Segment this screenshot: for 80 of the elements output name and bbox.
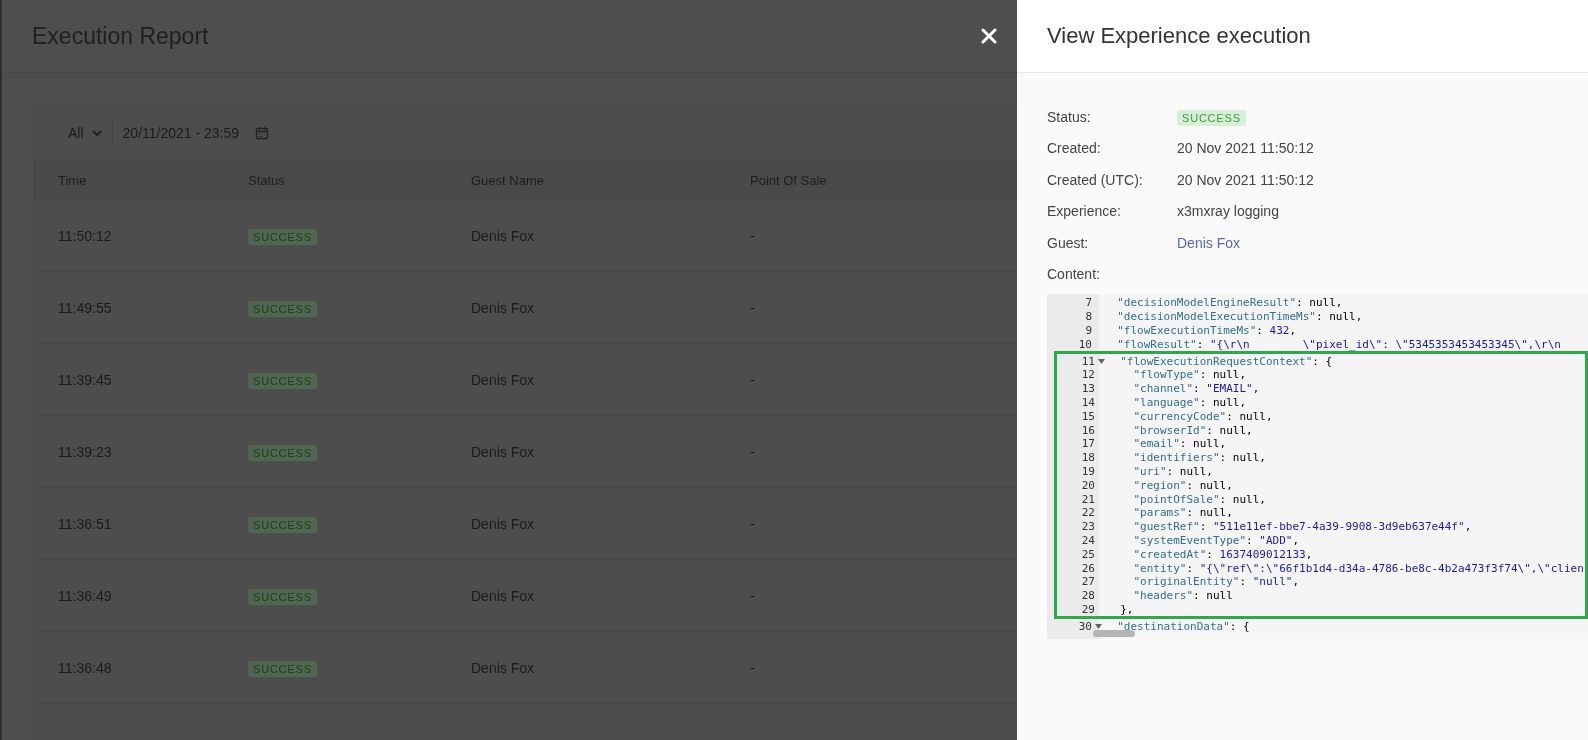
code-line: "currencyCode": null, (1132, 409, 1273, 423)
line-number: 26 (1081, 561, 1095, 575)
code-line: "channel": "EMAIL", (1132, 382, 1260, 396)
code-line: "flowExecutionTimeMs": 432, (1116, 324, 1297, 337)
status-badge: SUCCESS (248, 588, 317, 605)
code-line: "uri": null, (1132, 464, 1213, 478)
line-number: 25 (1081, 547, 1095, 561)
point-of-sale-cell-text: - (750, 515, 756, 532)
fold-caret-icon[interactable] (1098, 358, 1105, 364)
close-icon[interactable] (981, 28, 997, 44)
code-line: "guestRef": "511e11ef-bbe7-4a39-9908-3d9eb637e44f", (1132, 520, 1472, 534)
line-number: 29 (1081, 602, 1095, 616)
line-number: 28 (1081, 589, 1095, 603)
code-line: "identifiers": null, (1132, 451, 1266, 465)
detail-label: Guest: (1047, 234, 1090, 251)
line-number: 23 (1081, 520, 1095, 534)
chevron-down-icon (91, 129, 102, 137)
code-line: "createdAt": 1637409012133, (1132, 547, 1313, 561)
code-line: }, (1119, 602, 1134, 616)
detail-label: Status: (1047, 108, 1092, 125)
line-number: 18 (1081, 451, 1095, 465)
line-number: 13 (1081, 382, 1095, 396)
code-line: "entity": "{\"ref\":\"66f1b1d4-d34a-4786-be8c-4b2a473f3f74\",\"clien (1132, 561, 1584, 575)
line-number: 10 (1078, 337, 1092, 351)
line-number: 22 (1081, 506, 1095, 520)
code-line: "destinationData": { (1116, 619, 1250, 633)
line-number: 19 (1081, 464, 1095, 478)
code-line: "originalEntity": "null", (1132, 575, 1300, 589)
guest-link[interactable]: Denis Fox (1177, 234, 1241, 251)
detail-label: Created (UTC): (1047, 171, 1144, 188)
code-line: "language": null, (1132, 395, 1247, 409)
point-of-sale-cell-text: - (750, 227, 756, 244)
code-line: "region": null, (1132, 478, 1233, 492)
point-of-sale-cell-text: - (750, 587, 756, 604)
code-line: "headers": null (1132, 589, 1233, 603)
detail-value: 20 Nov 2021 11:50:12 (1177, 140, 1314, 157)
line-number: 17 (1081, 437, 1095, 451)
status-badge: SUCCESS (248, 300, 317, 317)
line-number: 11 (1081, 354, 1095, 368)
status-badge: SUCCESS (248, 444, 317, 461)
code-line: "flowType": null, (1132, 368, 1247, 382)
code-line: "flowExecutionRequestContext": { (1119, 354, 1333, 368)
status-badge: SUCCESS (1177, 109, 1246, 126)
point-of-sale-cell-text: - (750, 299, 756, 316)
detail-label: Experience: (1047, 203, 1122, 220)
status-badge: SUCCESS (248, 228, 317, 245)
line-number: 14 (1081, 395, 1095, 409)
code-line: "flowResult": "{\r\n \"pixel_id\": \"5345353453453345\",\r\n (1116, 337, 1561, 351)
point-of-sale-cell-text: - (750, 659, 756, 676)
panel-title: View Experience execution (1047, 23, 1311, 49)
calendar-icon (255, 126, 270, 140)
line-number: 20 (1081, 478, 1095, 492)
line-number: 16 (1081, 423, 1095, 437)
fold-caret-icon[interactable] (1095, 623, 1102, 629)
line-number: 12 (1081, 368, 1095, 382)
detail-label: Created: (1047, 140, 1102, 157)
status-badge: SUCCESS (248, 372, 317, 389)
line-number: 30 (1078, 619, 1092, 633)
status-badge: SUCCESS (248, 516, 317, 533)
point-of-sale-cell-text: - (750, 371, 756, 388)
code-line: "params": null, (1132, 506, 1233, 520)
horizontal-scrollbar[interactable] (1093, 630, 1135, 637)
line-number: 27 (1081, 575, 1095, 589)
code-line: "decisionModelEngineResult": null, (1116, 296, 1343, 310)
code-line: "pointOfSale": null, (1132, 492, 1266, 506)
content-label: Content: (1047, 266, 1101, 283)
line-number: 15 (1081, 409, 1095, 423)
detail-value: x3mxray logging (1177, 203, 1279, 220)
code-line: "browserId": null, (1132, 423, 1253, 437)
line-number: 8 (1085, 310, 1092, 324)
line-number: 24 (1081, 533, 1095, 547)
code-line: "decisionModelExecutionTimeMs": null, (1116, 310, 1363, 324)
point-of-sale-cell-text: - (750, 443, 756, 460)
code-line: "systemEventType": "ADD", (1132, 533, 1300, 547)
line-number: 9 (1085, 324, 1092, 337)
line-number: 21 (1081, 492, 1095, 506)
status-badge: SUCCESS (248, 660, 317, 677)
line-number: 7 (1085, 296, 1092, 310)
code-line: "email": null, (1132, 437, 1227, 451)
detail-value: 20 Nov 2021 11:50:12 (1177, 171, 1314, 188)
